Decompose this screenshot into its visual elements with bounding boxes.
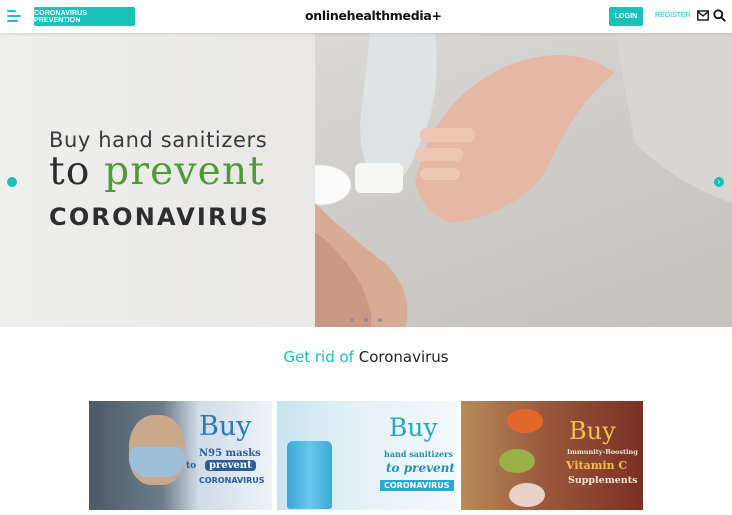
hero-headline-line2: to prevent	[49, 149, 265, 194]
hero-line2-prefix: to	[49, 149, 105, 194]
product-card-hand-sanitizers[interactable]: Buy hand sanitizers to prevent CORONAVIR…	[277, 401, 457, 510]
slider-dot-3[interactable]	[378, 318, 382, 322]
spoon-pills-image	[507, 409, 543, 433]
card-line3: Supplements	[568, 475, 638, 486]
hands-illustration	[290, 33, 732, 327]
mail-icon[interactable]	[697, 10, 709, 21]
card-line1: hand sanitizers	[384, 449, 453, 459]
spoon-pills-image	[509, 483, 545, 507]
card-line2: to prevent	[386, 461, 455, 475]
card-line2: Vitamin C	[566, 459, 628, 472]
card-line1: Immunity-Boosting	[567, 448, 638, 456]
section-title: Get rid of Coronavirus	[0, 348, 732, 366]
search-icon[interactable]	[713, 9, 726, 22]
card-line2-prefix: to	[186, 461, 197, 471]
hero-slider: Buy hand sanitizers to prevent CORONAVIR…	[0, 33, 732, 327]
card-line1: N95 masks	[199, 448, 261, 459]
login-button[interactable]: LOGIN	[609, 7, 643, 26]
chevron-right-icon[interactable]: ›	[714, 177, 724, 187]
menu-icon[interactable]	[7, 10, 21, 23]
section-title-rest: Coronavirus	[353, 348, 449, 366]
site-header: CORONAVIRUS PREVENTION onlinehealthmedia…	[0, 0, 732, 33]
product-card-n95-masks[interactable]: Buy N95 masks to prevent CORONAVIRUS	[89, 401, 272, 510]
sanitizer-bottle-image	[287, 441, 332, 509]
section-title-accent: Get rid of	[283, 348, 354, 366]
hero-line2-highlight: prevent	[104, 149, 266, 194]
hero-image-hand-sanitizer	[290, 33, 732, 327]
card-buy-label: Buy	[569, 417, 616, 445]
register-link[interactable]: REGISTER	[655, 12, 691, 19]
card-buy-label: Buy	[199, 411, 252, 442]
slider-dot-2[interactable]	[364, 318, 368, 322]
mask-image	[129, 447, 185, 477]
product-card-vitamin-c[interactable]: Buy Immunity-Boosting Vitamin C Suppleme…	[461, 401, 643, 510]
card-buy-label: Buy	[389, 413, 438, 442]
hero-headline-line3: CORONAVIRUS	[49, 203, 270, 231]
slider-dots	[350, 318, 382, 322]
slider-dot-1[interactable]	[350, 318, 354, 322]
site-logo[interactable]: onlinehealthmedia+	[305, 8, 442, 23]
card-line3: CORONAVIRUS	[380, 480, 454, 491]
coronavirus-prevention-button[interactable]: CORONAVIRUS PREVENTION	[34, 7, 135, 26]
card-line2: prevent	[205, 460, 256, 471]
chevron-left-icon[interactable]	[7, 177, 17, 187]
spoon-pills-image	[499, 449, 535, 473]
card-line3: CORONAVIRUS	[199, 476, 265, 485]
